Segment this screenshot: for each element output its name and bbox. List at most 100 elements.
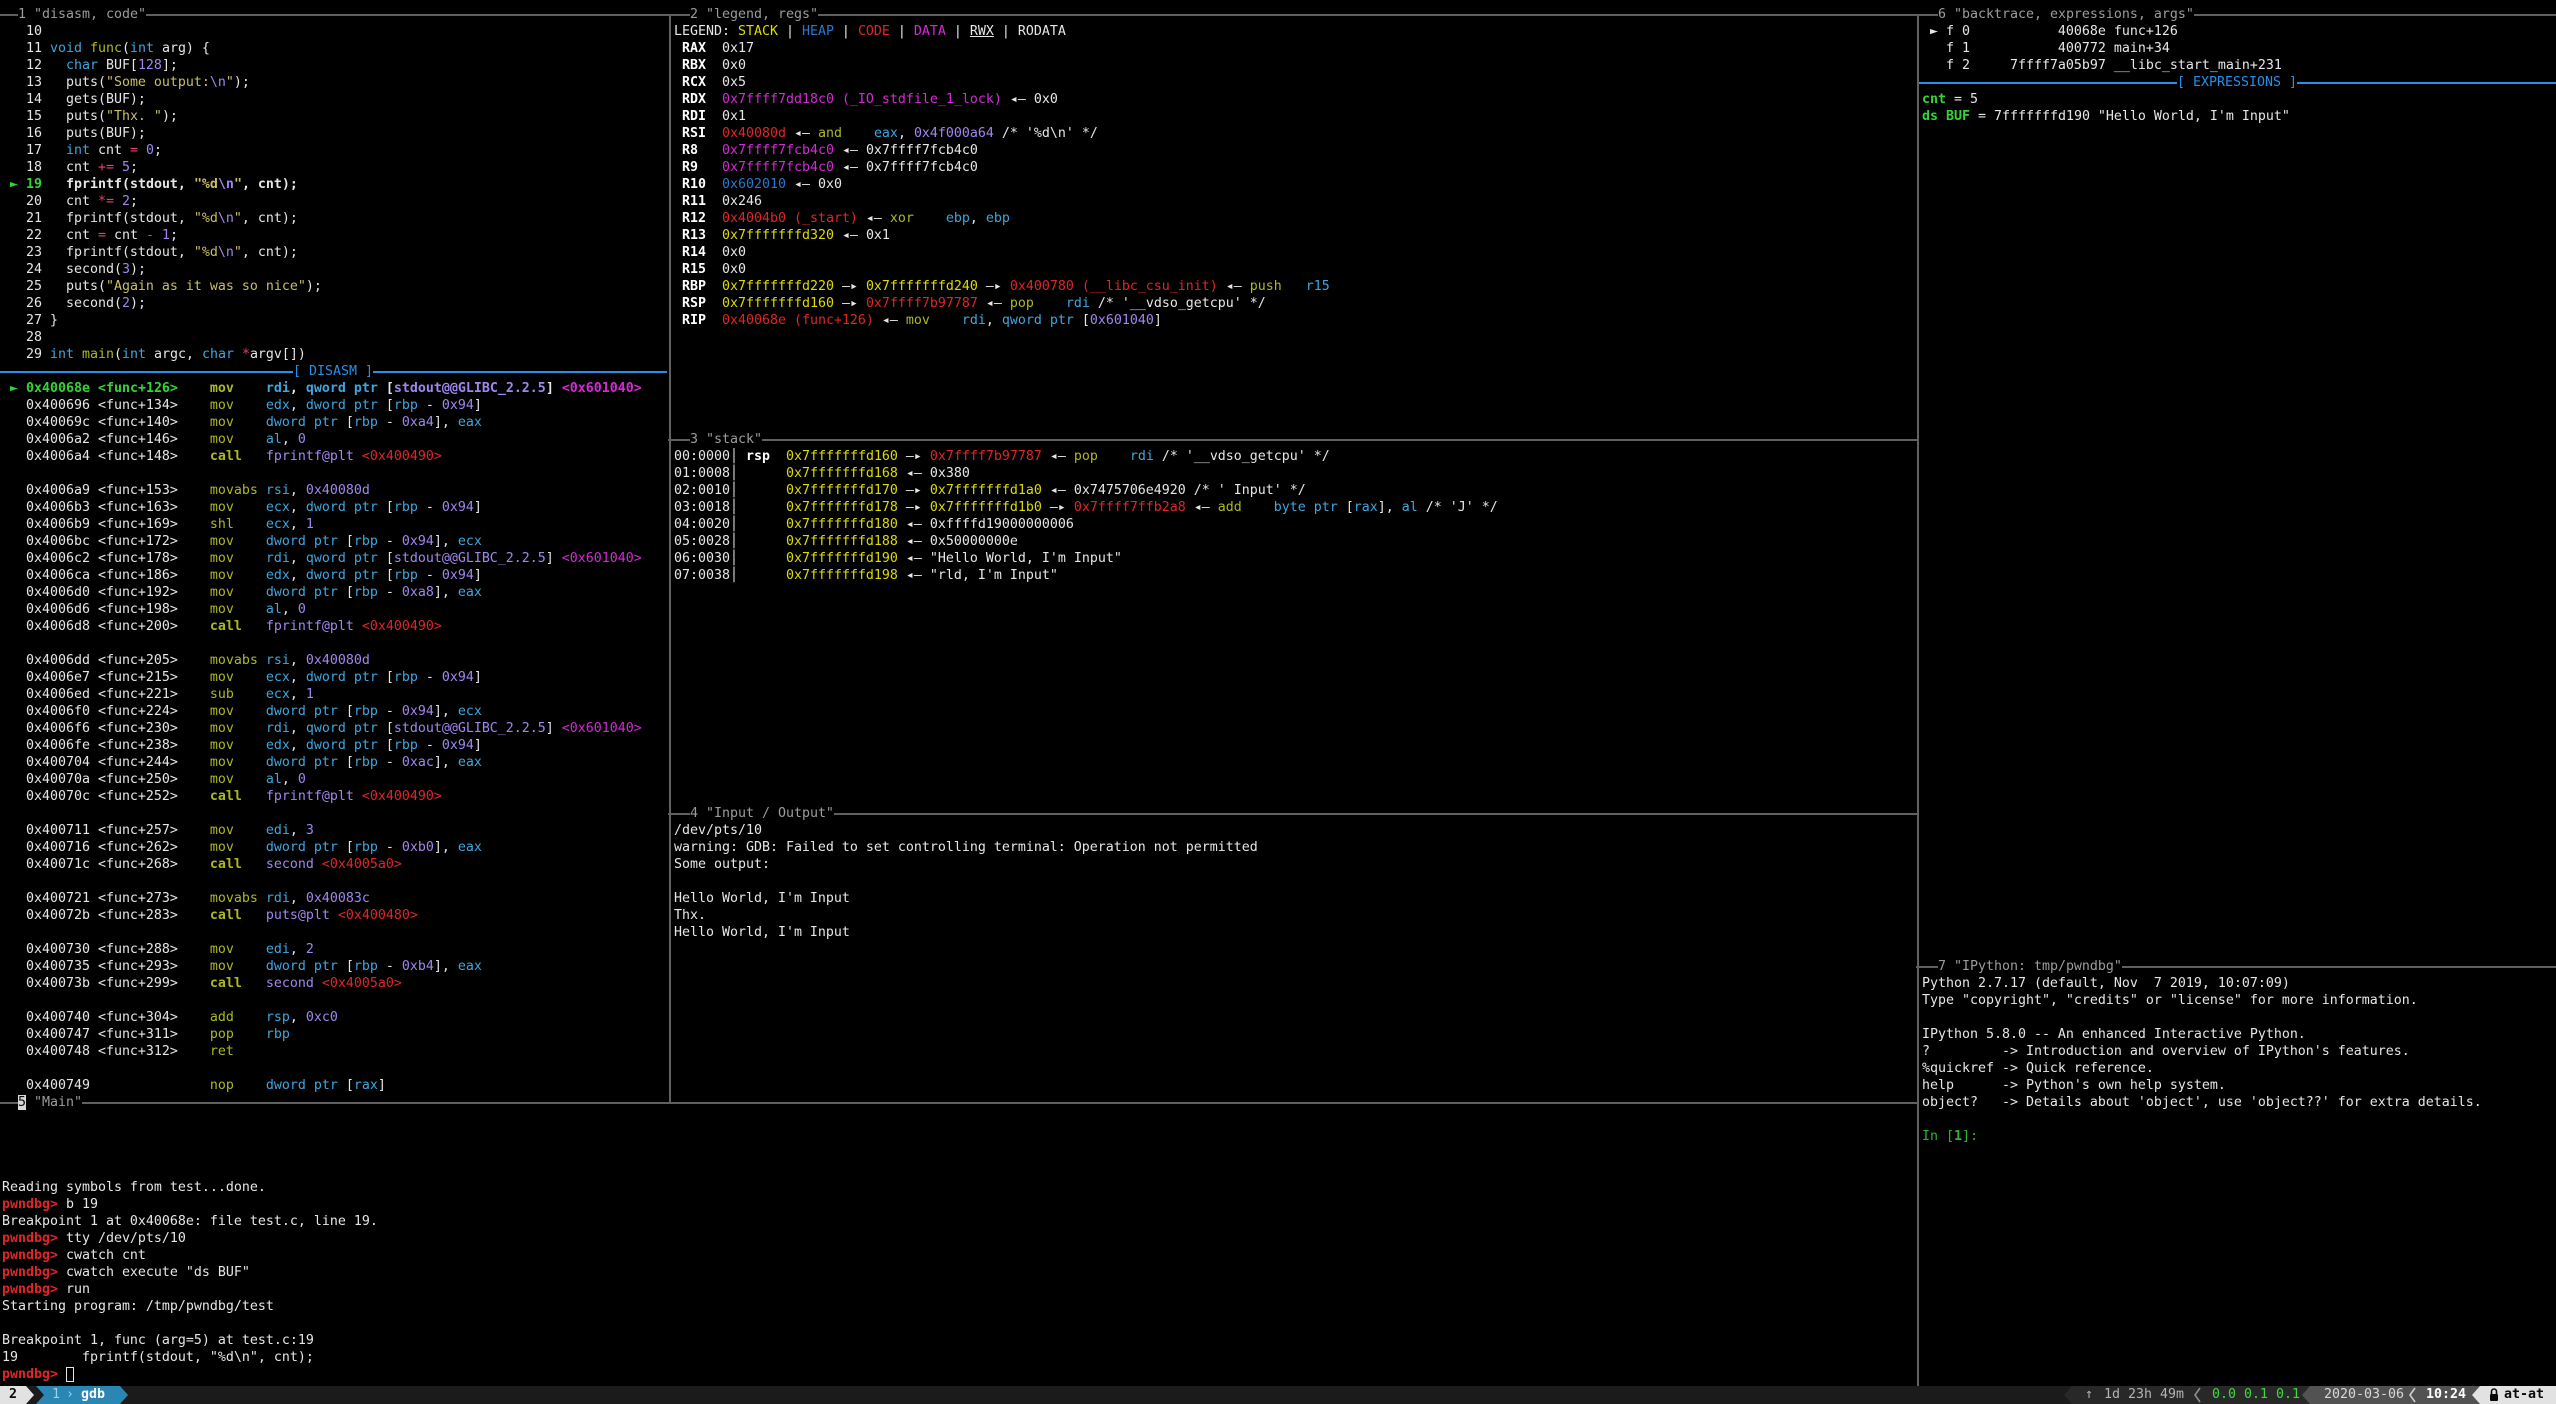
- tmux-session-badge[interactable]: 2: [0, 1386, 26, 1404]
- terminal-line: Some output:: [674, 856, 770, 873]
- pane-title-text: "stack": [698, 432, 762, 447]
- terminal-line: RCX 0x5: [674, 74, 746, 91]
- terminal-line: 0x400716 <func+262> mov dword ptr [rbp -…: [2, 839, 482, 856]
- terminal-line: 0x40069c <func+140> mov dword ptr [rbp -…: [2, 414, 482, 431]
- terminal-line: Breakpoint 1, func (arg=5) at test.c:19: [2, 1332, 314, 1349]
- terminal-line: R10 0x602010 ◂— 0x0: [674, 176, 842, 193]
- terminal-line: RDX 0x7ffff7dd18c0 (_IO_stdfile_1_lock) …: [674, 91, 1058, 108]
- terminal-line: Starting program: /tmp/pwndbg/test: [2, 1298, 274, 1315]
- terminal-line: RBP 0x7fffffffd220 —▸ 0x7fffffffd240 —▸ …: [674, 278, 1330, 295]
- powerline-arrow-left-icon: [2302, 1386, 2310, 1404]
- terminal-line: 26 second(2);: [2, 295, 146, 312]
- terminal-line: 22 cnt = cnt - 1;: [2, 227, 178, 244]
- terminal-line: 0x4006bc <func+172> mov dword ptr [rbp -…: [2, 533, 482, 550]
- terminal-line: %quickref -> Quick reference.: [1922, 1060, 2154, 1077]
- terminal-line: 0x4006dd <func+205> movabs rsi, 0x40080d: [2, 652, 370, 669]
- terminal-line: 07:0038│ 0x7fffffffd198 ◂— "rld, I'm Inp…: [674, 567, 1058, 584]
- terminal-line: 19 fprintf(stdout, "%d\n", cnt);: [2, 1349, 314, 1366]
- tmux-status-bar: 2 1 › gdb ↑ 1d 23h 49m 0.0 0.1 0.1 2020-…: [0, 1386, 2556, 1404]
- pane-title-disasm-code[interactable]: 1 "disasm, code": [18, 6, 146, 23]
- terminal-line: R12 0x4004b0 (_start) ◂— xor ebp, ebp: [674, 210, 1010, 227]
- terminal-line: 06:0030│ 0x7fffffffd190 ◂— "Hello World,…: [674, 550, 1122, 567]
- session-name: 2: [9, 1386, 17, 1404]
- terminal-line: /dev/pts/10: [674, 822, 762, 839]
- terminal-line: 02:0010│ 0x7fffffffd170 —▸ 0x7fffffffd1a…: [674, 482, 1306, 499]
- terminal-line: ds BUF = 7fffffffd190 "Hello World, I'm …: [1922, 108, 2290, 125]
- terminal-line: 0x400748 <func+312> ret: [2, 1043, 266, 1060]
- pane-backtrace-expressions-args[interactable]: [1920, 6, 2556, 958]
- terminal-line: object? -> Details about 'object', use '…: [1922, 1094, 2482, 1111]
- pane-border-horizontal: [668, 813, 1918, 815]
- terminal-line: 18 cnt += 5;: [2, 159, 138, 176]
- chevron-left-icon: [2192, 1386, 2202, 1404]
- terminal-screen: 1 "disasm, code" 2 "legend, regs" 3 "stack…: [0, 0, 2556, 1404]
- terminal-line: 05:0028│ 0x7fffffffd188 ◂— 0x50000000e: [674, 533, 1018, 550]
- terminal-line: pwndbg> cwatch execute "ds BUF": [2, 1264, 250, 1281]
- terminal-line: RAX 0x17: [674, 40, 754, 57]
- terminal-line: pwndbg> b 19: [2, 1196, 98, 1213]
- terminal-line: 03:0018│ 0x7fffffffd178 —▸ 0x7fffffffd1b…: [674, 499, 1498, 516]
- terminal-line: Type "copyright", "credits" or "license"…: [1922, 992, 2418, 1009]
- terminal-line: 11 void func(int arg) {: [2, 40, 210, 57]
- terminal-line: 21 fprintf(stdout, "%d\n", cnt);: [2, 210, 298, 227]
- terminal-line: 0x40073b <func+299> call second <0x4005a…: [2, 975, 402, 992]
- terminal-line: R8 0x7ffff7fcb4c0 ◂— 0x7ffff7fcb4c0: [674, 142, 978, 159]
- window-name: gdb: [81, 1386, 105, 1404]
- pane-title-stack[interactable]: 3 "stack": [690, 431, 762, 448]
- terminal-line: 25 puts("Again as it was so nice");: [2, 278, 322, 295]
- terminal-line: Thx.: [674, 907, 706, 924]
- terminal-line: 0x4006c2 <func+178> mov rdi, qword ptr […: [2, 550, 642, 567]
- terminal-line: R15 0x0: [674, 261, 746, 278]
- pane-title-input-output[interactable]: 4 "Input / Output": [690, 805, 834, 822]
- pane-title-legend-regs[interactable]: 2 "legend, regs": [690, 6, 818, 23]
- terminal-cursor: [66, 1367, 74, 1382]
- terminal-line: ► 0x40068e <func+126> mov rdi, qword ptr…: [2, 380, 642, 397]
- pane-title-main[interactable]: 5 "Main": [18, 1094, 82, 1111]
- section-header-label: [ EXPRESSIONS ]: [2177, 74, 2297, 91]
- pane-title-text: "disasm, code": [26, 7, 146, 22]
- powerline-arrow-left-icon: [2472, 1386, 2480, 1404]
- terminal-line: 0x40070c <func+252> call fprintf@plt <0x…: [2, 788, 442, 805]
- terminal-line: 0x4006d0 <func+192> mov dword ptr [rbp -…: [2, 584, 482, 601]
- terminal-line: f 1 400772 main+34: [1922, 40, 2170, 57]
- terminal-line: pwndbg> cwatch cnt: [2, 1247, 146, 1264]
- terminal-line: 0x4006ca <func+186> mov edx, dword ptr […: [2, 567, 482, 584]
- terminal-line: 0x40071c <func+268> call second <0x4005a…: [2, 856, 402, 873]
- terminal-line: 0x4006b3 <func+163> mov ecx, dword ptr […: [2, 499, 482, 516]
- status-date: 2020-03-06: [2324, 1386, 2404, 1404]
- terminal-line: 24 second(3);: [2, 261, 146, 278]
- terminal-line: warning: GDB: Failed to set controlling …: [674, 839, 1258, 856]
- terminal-line: 29 int main(int argc, char *argv[]): [2, 346, 306, 363]
- terminal-line: 0x4006d8 <func+200> call fprintf@plt <0x…: [2, 618, 442, 635]
- terminal-line: pwndbg> run: [2, 1281, 90, 1298]
- terminal-line: 0x4006d6 <func+198> mov al, 0: [2, 601, 306, 618]
- terminal-line: In [1]:: [1922, 1128, 1978, 1145]
- pane-border-vertical: [1917, 14, 1919, 1386]
- terminal-line: 00:0000│ rsp 0x7fffffffd160 —▸ 0x7ffff7b…: [674, 448, 1330, 465]
- terminal-line: 0x400721 <func+273> movabs rdi, 0x40083c: [2, 890, 370, 907]
- terminal-line: RIP 0x40068e (func+126) ◂— mov rdi, qwor…: [674, 312, 1162, 329]
- terminal-line: 0x400730 <func+288> mov edi, 2: [2, 941, 314, 958]
- terminal-line: 04:0020│ 0x7fffffffd180 ◂— 0xffffd190000…: [674, 516, 1074, 533]
- terminal-line: 0x400711 <func+257> mov edi, 3: [2, 822, 314, 839]
- pane-title-text: "IPython: tmp/pwndbg": [1946, 959, 2122, 974]
- pane-ipython[interactable]: [1920, 958, 2556, 1383]
- terminal-line: 23 fprintf(stdout, "%d\n", cnt);: [2, 244, 298, 261]
- terminal-line: Reading symbols from test...done.: [2, 1179, 266, 1196]
- terminal-line: RDI 0x1: [674, 108, 746, 125]
- pane-border-horizontal: [0, 1102, 1918, 1104]
- pane-title-backtrace-expressions-args[interactable]: 6 "backtrace, expressions, args": [1938, 6, 2194, 23]
- terminal-line: 0x4006a2 <func+146> mov al, 0: [2, 431, 306, 448]
- terminal-line: 17 int cnt = 0;: [2, 142, 162, 159]
- pane-title-text: "backtrace, expressions, args": [1946, 7, 2194, 22]
- terminal-line: 16 puts(BUF);: [2, 125, 146, 142]
- terminal-line: Python 2.7.17 (default, Nov 7 2019, 10:0…: [1922, 975, 2290, 992]
- terminal-line: 0x4006a4 <func+148> call fprintf@plt <0x…: [2, 448, 442, 465]
- terminal-line: Breakpoint 1 at 0x40068e: file test.c, l…: [2, 1213, 378, 1230]
- tmux-window-tab-gdb[interactable]: [36, 1386, 120, 1404]
- terminal-line: 0x400747 <func+311> pop rbp: [2, 1026, 290, 1043]
- terminal-line: 0x4006e7 <func+215> mov ecx, dword ptr […: [2, 669, 482, 686]
- pane-title-ipython[interactable]: 7 "IPython: tmp/pwndbg": [1938, 958, 2122, 975]
- terminal-line: RBX 0x0: [674, 57, 746, 74]
- terminal-line: cnt = 5: [1922, 91, 1978, 108]
